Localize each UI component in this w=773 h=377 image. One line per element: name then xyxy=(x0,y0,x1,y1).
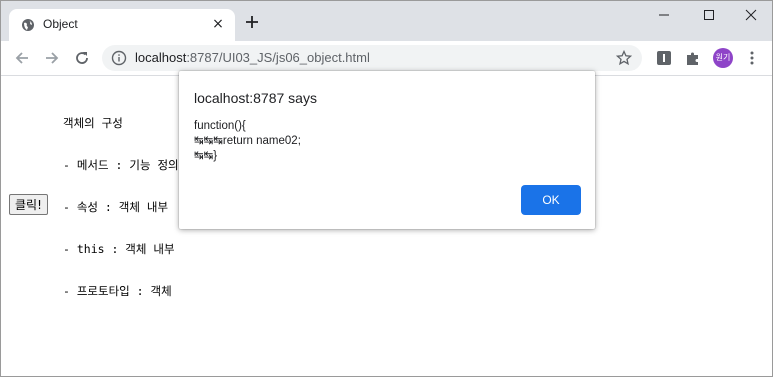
description-line: 객체의 구성 xyxy=(63,116,123,130)
extension-i-icon[interactable] xyxy=(656,50,672,66)
url-text: localhost:8787/UI03_JS/js06_object.html xyxy=(135,50,370,65)
browser-window: Object × localhost:8787/UI03_JS/js06_obj… xyxy=(0,0,773,377)
globe-icon xyxy=(22,19,34,31)
back-icon[interactable] xyxy=(14,50,30,66)
tab-title: Object xyxy=(43,17,78,31)
forward-icon[interactable] xyxy=(44,50,60,66)
tab-strip: Object × xyxy=(1,1,772,41)
menu-icon[interactable] xyxy=(747,50,757,66)
url-path: :8787/UI03_JS/js06_object.html xyxy=(186,50,370,65)
object-description: 객체의 구성 - 메서드 : 기능 정의 - 속성 : 객체 내부 - this… xyxy=(63,88,179,326)
description-line: - this : 객체 내부 xyxy=(63,242,175,256)
tab-close-icon[interactable]: × xyxy=(210,16,226,32)
url-host: localhost xyxy=(135,50,187,65)
dialog-message-line: ↹↹↹return name02; xyxy=(194,135,301,147)
dialog-message: function(){ ↹↹↹return name02; ↹↹} xyxy=(194,119,301,164)
description-line: - 프로토타입 : 객체 xyxy=(63,284,172,298)
description-line: - 메서드 : 기능 정의 xyxy=(63,158,179,172)
minimize-icon[interactable] xyxy=(649,5,679,25)
puzzle-icon[interactable] xyxy=(685,50,701,66)
dialog-message-line: ↹↹} xyxy=(194,150,218,162)
ok-button[interactable]: OK xyxy=(521,185,581,215)
dialog-message-line: function(){ xyxy=(194,120,246,132)
star-icon[interactable] xyxy=(616,50,632,66)
maximize-icon[interactable] xyxy=(694,5,724,25)
click-button[interactable]: 클릭! xyxy=(9,194,48,215)
description-line: - 속성 : 객체 내부 xyxy=(63,200,169,214)
tab-object[interactable]: Object × xyxy=(9,9,235,41)
address-bar[interactable]: localhost:8787/UI03_JS/js06_object.html xyxy=(102,45,642,71)
profile-avatar[interactable]: 원기 xyxy=(713,48,733,68)
alert-dialog: localhost:8787 says function(){ ↹↹↹return… xyxy=(179,71,595,229)
info-icon[interactable] xyxy=(111,50,127,66)
dialog-title: localhost:8787 says xyxy=(194,90,317,106)
reload-icon[interactable] xyxy=(74,50,90,66)
new-tab-icon[interactable] xyxy=(244,14,260,30)
close-window-icon[interactable] xyxy=(736,5,766,25)
